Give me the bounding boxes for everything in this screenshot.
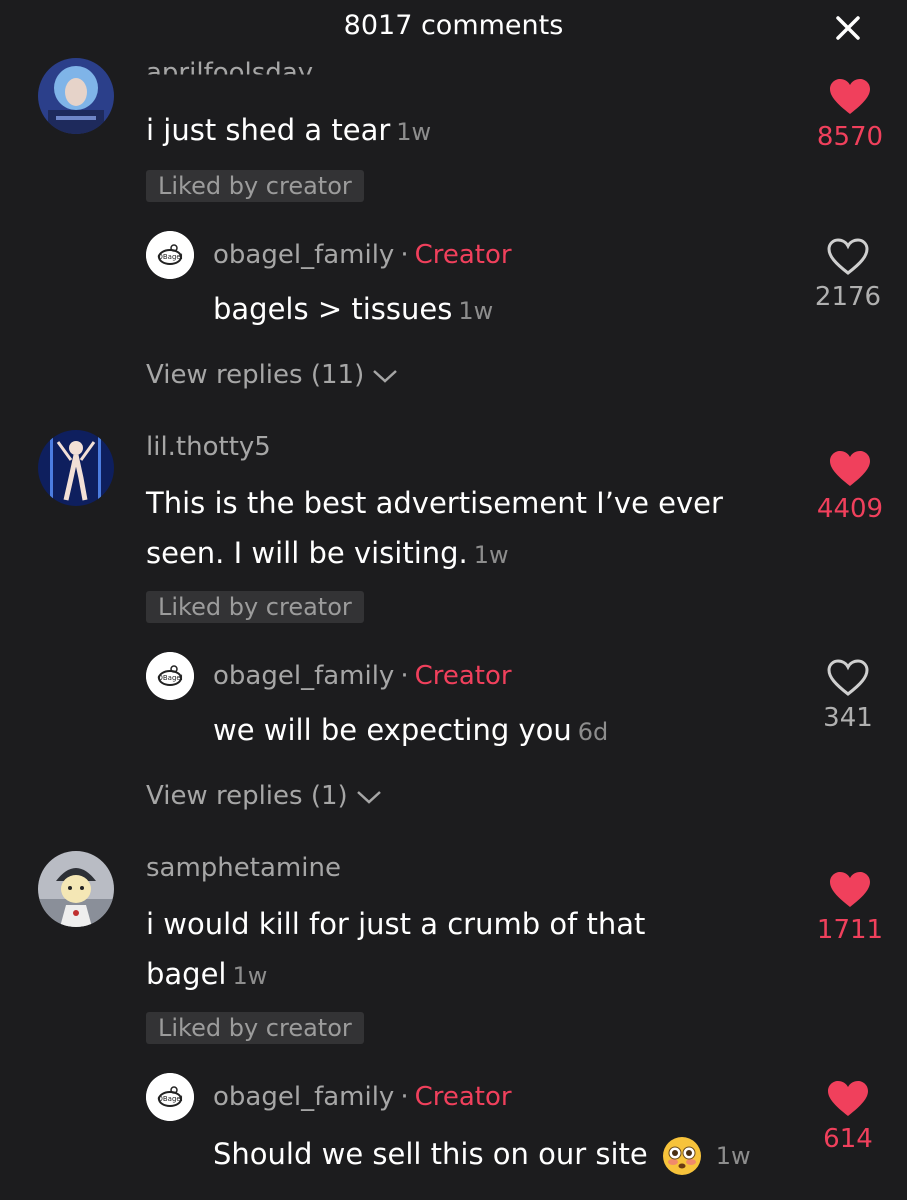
reply-username: obagel_family · Creator [213,240,512,270]
reply-time: 1w [458,297,494,325]
heart-outline-icon [827,238,869,275]
view-replies-label: View replies (11) [146,360,365,390]
liked-by-creator-badge: Liked by creator [146,591,364,623]
view-replies-label: View replies (1) [146,781,348,811]
comment-item: samphetamine i would kill for just a cru… [0,841,907,1200]
svg-text:OBagel: OBagel [157,1095,182,1103]
creator-label: Creator [414,1082,512,1112]
svg-text:OBagel: OBagel [157,674,182,682]
heart-outline-icon [827,659,869,696]
like-button[interactable]: 4409 [795,450,905,524]
svg-text:OBagel: OBagel [157,253,182,261]
reply-like-button[interactable]: 614 [793,1080,903,1154]
liked-by-creator-badge: Liked by creator [146,1012,364,1044]
comment-time: 1w [473,541,509,569]
reply-text: Should we sell this on our site 1w [213,1129,803,1181]
creator-avatar[interactable]: OBagel [146,1073,194,1121]
reply-like-count: 614 [823,1124,873,1154]
reply-username: obagel_family · Creator [213,1082,512,1112]
heart-filled-icon [830,451,870,486]
heart-filled-icon [830,872,870,907]
heart-filled-icon [830,79,870,114]
flushed-face-emoji [662,1137,701,1175]
creator-avatar[interactable]: OBagel [146,231,194,279]
comment-text: i would kill for just a crumb of that ba… [146,899,766,1001]
reply-like-count: 2176 [814,282,882,312]
comment-text: i just shed a tear 1w [146,105,786,157]
reply-time: 6d [577,718,609,746]
like-count: 8570 [816,122,884,152]
comment-username[interactable]: samphetamine [146,853,341,883]
avatar[interactable] [38,851,114,927]
view-replies-button[interactable]: View replies (11) [146,360,398,390]
creator-label: Creator [414,661,512,691]
separator-dot: · [400,240,409,270]
chevron-down-icon [357,790,381,804]
avatar[interactable] [38,430,114,506]
reply-time: 1w [715,1142,751,1170]
comment-body: This is the best advertisement I’ve ever… [146,486,723,570]
comment-body: i just shed a tear [146,113,391,147]
comment-item: aprilfoolsday i just shed a tear 1w Liked… [0,0,907,420]
reply-like-button[interactable]: 341 [793,659,903,733]
creator-label: Creator [414,240,512,270]
like-button[interactable]: 8570 [795,78,905,152]
comment-time: 1w [396,118,432,146]
like-count: 1711 [816,915,884,945]
view-replies-button[interactable]: View replies (1) [146,781,382,811]
separator-dot: · [400,661,409,691]
comment-body: i would kill for just a crumb of that ba… [146,907,646,991]
separator-dot: · [400,1082,409,1112]
like-count: 4409 [816,494,884,524]
chevron-down-icon [373,369,398,383]
reply-like-count: 341 [823,703,873,733]
reply-body: bagels > tissues [213,292,453,326]
comment-time: 1w [232,962,268,990]
avatar[interactable] [38,58,114,134]
comment-username[interactable]: lil.thotty5 [146,432,271,462]
reply-author[interactable]: obagel_family [213,240,394,270]
comment-username[interactable]: aprilfoolsday [146,58,313,75]
like-button[interactable]: 1711 [795,871,905,945]
reply-like-button[interactable]: 2176 [793,238,903,312]
reply-body: we will be expecting you [213,713,572,747]
reply-author[interactable]: obagel_family [213,1082,394,1112]
reply-text: we will be expecting you 6d [213,705,773,757]
comment-text: This is the best advertisement I’ve ever… [146,478,786,580]
liked-by-creator-badge: Liked by creator [146,170,364,202]
reply-text: bagels > tissues 1w [213,284,773,336]
creator-avatar[interactable]: OBagel [146,652,194,700]
comment-item: lil.thotty5 This is the best advertiseme… [0,420,907,840]
reply-username: obagel_family · Creator [213,661,512,691]
heart-filled-icon [828,1081,868,1116]
reply-author[interactable]: obagel_family [213,661,394,691]
reply-body: Should we sell this on our site [213,1137,648,1171]
